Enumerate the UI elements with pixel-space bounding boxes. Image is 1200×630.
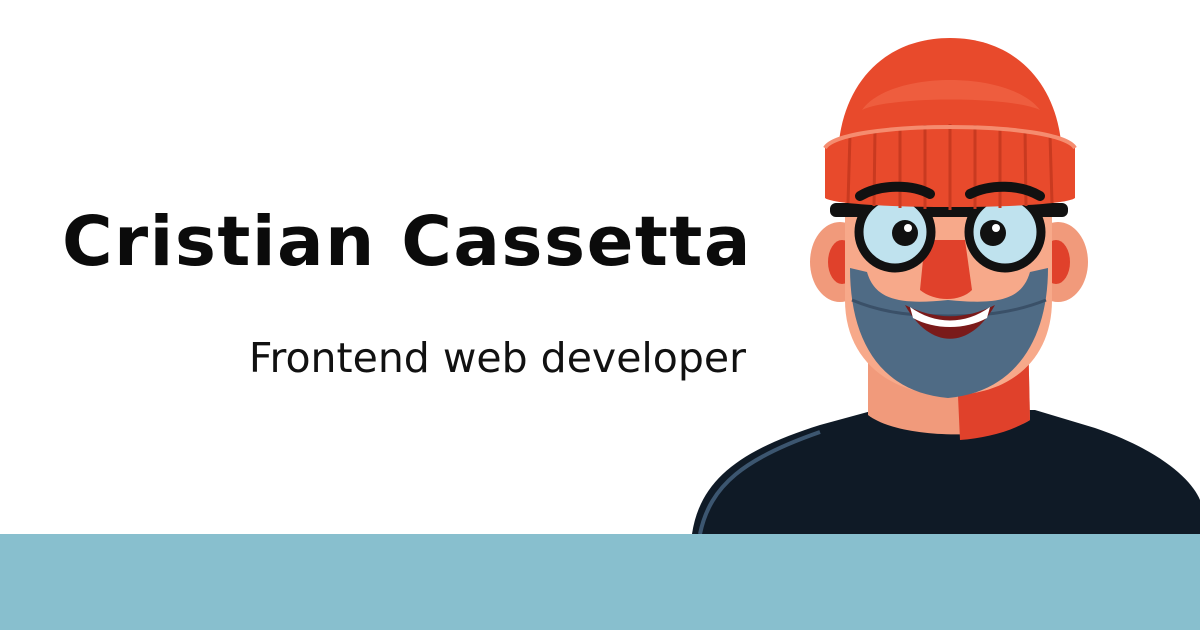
footer-band [0, 534, 1200, 630]
job-subtitle: Frontend web developer [248, 334, 746, 382]
page-title: Cristian Cassetta [62, 202, 752, 282]
avatar [692, 38, 1200, 534]
